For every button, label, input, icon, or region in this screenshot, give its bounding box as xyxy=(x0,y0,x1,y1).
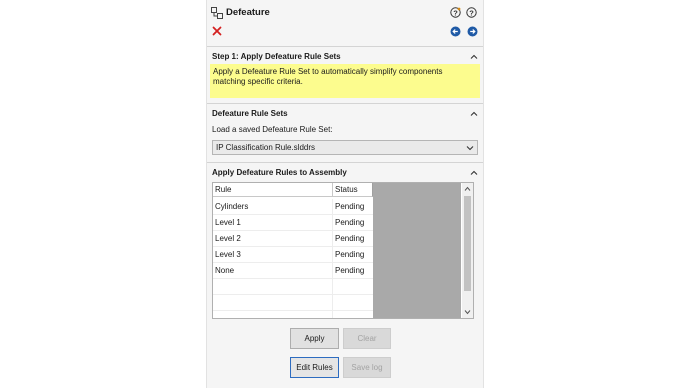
table-row[interactable]: Level 2 Pending xyxy=(213,231,373,247)
defeature-icon xyxy=(211,7,223,19)
table-row-empty xyxy=(213,311,373,318)
divider xyxy=(207,162,483,163)
close-icon[interactable] xyxy=(212,26,222,36)
load-rule-set-label: Load a saved Defeature Rule Set: xyxy=(212,125,333,134)
edit-rules-button[interactable]: Edit Rules xyxy=(290,357,339,378)
status-cell: Pending xyxy=(335,266,365,275)
apply-rules-title: Apply Defeature Rules to Assembly xyxy=(212,168,347,177)
defeature-panel: Defeature ? ? Step 1: Apply Defeature Ru… xyxy=(206,0,484,388)
column-header-rule[interactable]: Rule xyxy=(213,183,333,197)
scroll-up-icon[interactable] xyxy=(464,186,471,192)
empty-cell xyxy=(213,295,333,311)
rule-cell: None xyxy=(213,263,333,279)
table-row-empty xyxy=(213,295,373,311)
table-row-empty xyxy=(213,279,373,295)
status-cell: Pending xyxy=(335,234,365,243)
status-cell: Pending xyxy=(335,202,365,211)
rule-cell: Cylinders xyxy=(213,199,333,215)
divider xyxy=(207,46,483,47)
panel-title: Defeature xyxy=(226,7,270,18)
empty-cell xyxy=(333,311,373,318)
chevron-up-icon[interactable] xyxy=(470,169,478,177)
table-row[interactable]: Level 3 Pending xyxy=(213,247,373,263)
scroll-down-icon[interactable] xyxy=(464,309,471,315)
chevron-up-icon[interactable] xyxy=(470,53,478,61)
table-empty-area xyxy=(373,183,461,318)
rule-sets-header[interactable]: Defeature Rule Sets xyxy=(212,108,478,120)
scrollbar-thumb[interactable] xyxy=(464,196,471,291)
table-row[interactable]: Cylinders Pending xyxy=(213,199,373,215)
nav-icons xyxy=(450,26,478,37)
divider xyxy=(207,103,483,104)
help-question-icon[interactable]: ? xyxy=(450,7,461,18)
panel-header: Defeature ? ? xyxy=(211,7,481,21)
step1-header[interactable]: Step 1: Apply Defeature Rule Sets xyxy=(212,51,478,63)
empty-cell xyxy=(213,279,333,295)
rule-set-dropdown[interactable]: IP Classification Rule.slddrs xyxy=(212,140,478,155)
table-row[interactable]: None Pending xyxy=(213,263,373,279)
help-icon[interactable]: ? xyxy=(466,7,477,18)
table-row[interactable]: Level 1 Pending xyxy=(213,215,373,231)
svg-text:?: ? xyxy=(469,8,474,17)
column-header-status[interactable]: Status xyxy=(333,183,373,197)
clear-button[interactable]: Clear xyxy=(343,328,391,349)
rule-cell: Level 3 xyxy=(213,247,333,263)
status-cell: Pending xyxy=(335,250,365,259)
rule-sets-title: Defeature Rule Sets xyxy=(212,109,288,118)
rule-cell: Level 1 xyxy=(213,215,333,231)
back-icon[interactable] xyxy=(450,26,461,37)
help-icons: ? ? xyxy=(450,7,477,18)
save-log-button[interactable]: Save log xyxy=(343,357,391,378)
rules-table: Rule Status Cylinders Pending Level 1 Pe… xyxy=(212,182,474,319)
step1-notice: Apply a Defeature Rule Set to automatica… xyxy=(210,64,480,98)
chevron-down-icon xyxy=(466,146,474,151)
rule-cell: Level 2 xyxy=(213,231,333,247)
vertical-scrollbar[interactable] xyxy=(462,183,473,318)
rule-set-selected: IP Classification Rule.slddrs xyxy=(216,143,316,152)
apply-button[interactable]: Apply xyxy=(290,328,339,349)
chevron-up-icon[interactable] xyxy=(470,110,478,118)
apply-rules-header[interactable]: Apply Defeature Rules to Assembly xyxy=(212,167,478,179)
step1-title: Step 1: Apply Defeature Rule Sets xyxy=(212,52,341,61)
forward-icon[interactable] xyxy=(467,26,478,37)
empty-cell xyxy=(333,279,373,295)
empty-cell xyxy=(333,295,373,311)
status-cell: Pending xyxy=(335,218,365,227)
svg-text:?: ? xyxy=(453,8,458,17)
empty-cell xyxy=(213,311,333,318)
